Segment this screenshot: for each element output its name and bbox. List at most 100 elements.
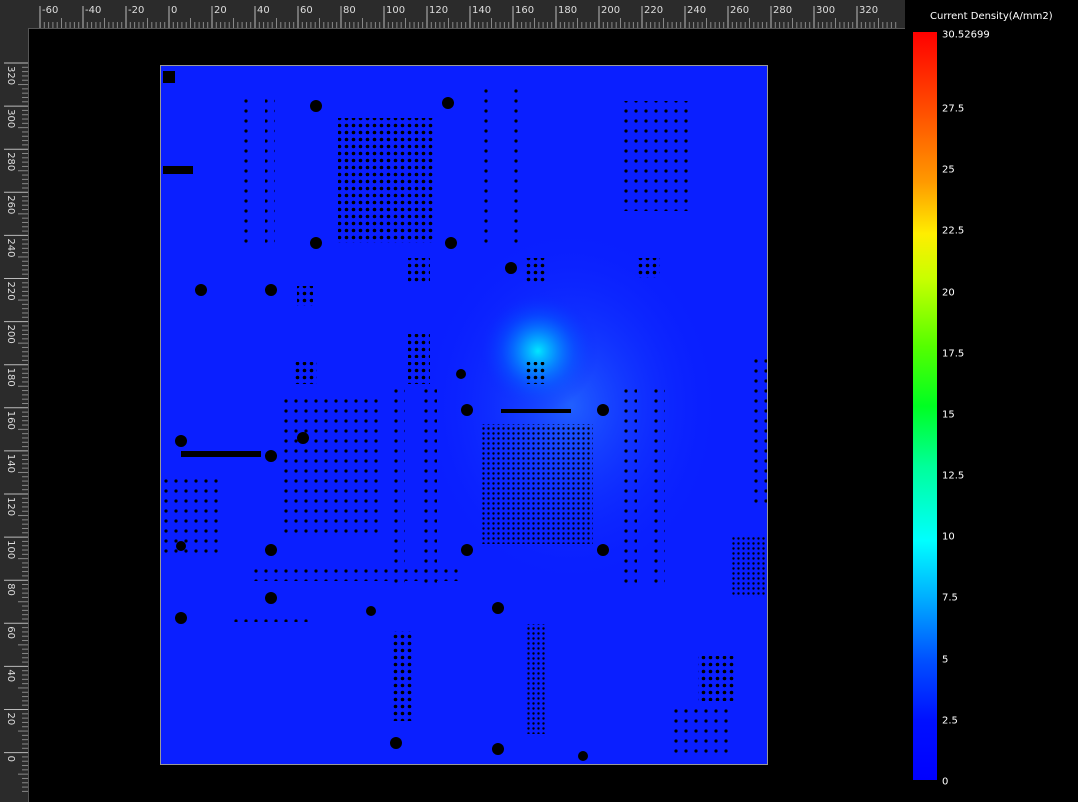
ruler-label: 140 <box>472 5 491 16</box>
color-scale-bar <box>913 32 937 780</box>
legend-tick-label: 5 <box>942 654 949 666</box>
ruler-label: 200 <box>601 5 620 16</box>
ruler-label: 140 <box>5 454 16 473</box>
mounting-hole <box>578 751 588 761</box>
via-field-left-edge <box>163 476 223 556</box>
legend-tick-label: 2.5 <box>942 715 958 727</box>
pad-array[interactable] <box>731 536 766 596</box>
ruler-label: 320 <box>859 5 878 16</box>
ruler-label: 60 <box>5 626 16 639</box>
ruler-label: -20 <box>128 5 144 16</box>
pcb-board[interactable] <box>160 65 768 765</box>
horizontal-ruler[interactable]: -60 -40 -20 0 20 40 60 80 100 120 140 160 180 200 220 2… <box>0 0 905 29</box>
via-column <box>511 86 523 246</box>
ruler-label: 20 <box>214 5 227 16</box>
horizontal-ruler-scale: -60 -40 -20 0 20 40 60 80 100 120 140 160 180 200 220 2… <box>39 5 897 28</box>
ruler-label: 160 <box>515 5 534 16</box>
ruler-label: 200 <box>5 325 16 344</box>
pad-column[interactable] <box>526 624 546 734</box>
ruler-label: 40 <box>257 5 270 16</box>
ruler-label: 220 <box>644 5 663 16</box>
ruler-label: 240 <box>5 238 16 257</box>
pad-array[interactable] <box>525 362 547 384</box>
pad-column[interactable] <box>391 631 413 721</box>
mounting-hole <box>265 284 277 296</box>
ruler-label: 280 <box>773 5 792 16</box>
pad-array[interactable] <box>295 362 317 384</box>
pad-array[interactable] <box>525 258 547 282</box>
mounting-hole <box>442 97 454 109</box>
ruler-label: 20 <box>5 713 16 726</box>
ruler-label: 320 <box>5 66 16 85</box>
mounting-hole <box>390 737 402 749</box>
mounting-hole <box>505 262 517 274</box>
ruler-label: 120 <box>429 5 448 16</box>
mounting-hole <box>461 404 473 416</box>
ruler-label: 80 <box>343 5 356 16</box>
ruler-label: 220 <box>5 282 16 301</box>
via-column[interactable] <box>751 356 767 506</box>
mounting-hole <box>176 541 186 551</box>
bga-package-center[interactable] <box>481 424 593 544</box>
current-density-map[interactable] <box>161 66 768 765</box>
pad-array[interactable] <box>297 286 313 306</box>
ruler-label: 180 <box>5 368 16 387</box>
pad-array[interactable] <box>408 334 430 358</box>
legend-tick-label: 22.5 <box>942 225 965 237</box>
vertical-ruler-scale: 3203002802602402202001801601401201008060… <box>4 62 28 792</box>
mounting-hole <box>297 432 309 444</box>
legend-tick-label: 10 <box>942 531 955 543</box>
legend-tick-label: 20 <box>942 287 955 299</box>
mounting-hole <box>456 369 466 379</box>
legend-tick-label: 25 <box>942 164 955 176</box>
mounting-hole <box>492 602 504 614</box>
mounting-hole <box>265 450 277 462</box>
legend-title: Current Density(A/mm2) <box>930 11 1053 22</box>
mounting-hole <box>195 284 207 296</box>
pad-array[interactable] <box>638 258 660 278</box>
trace-segment <box>181 451 261 457</box>
via-column <box>621 386 637 586</box>
via-column <box>481 86 493 246</box>
via-column <box>389 386 405 586</box>
via-column <box>265 96 275 246</box>
ruler-label: 0 <box>171 5 177 16</box>
ruler-label: 80 <box>5 583 16 596</box>
legend-tick-label: 27.5 <box>942 103 965 115</box>
bga-package-upper[interactable] <box>338 118 433 243</box>
trace-segment <box>231 616 311 622</box>
mounting-hole <box>492 743 504 755</box>
mounting-hole <box>597 544 609 556</box>
ruler-label: 160 <box>5 411 16 430</box>
via-column <box>651 386 665 586</box>
connector-block[interactable] <box>163 71 175 83</box>
ruler-label: 120 <box>5 497 16 516</box>
legend-tick-label: 12.5 <box>942 470 965 482</box>
connector-block[interactable] <box>163 166 193 174</box>
legend-tick-label: 7.5 <box>942 592 958 604</box>
vertical-ruler[interactable]: 320 300 280 260 240 220 200 180 160 140 120 100 80 60… <box>0 28 29 802</box>
pad-array[interactable] <box>408 258 430 282</box>
mounting-hole <box>175 612 187 624</box>
ruler-label: 0 <box>5 756 16 762</box>
ruler-label: 300 <box>5 109 16 128</box>
trace-segment <box>501 409 571 413</box>
via-row <box>251 566 461 581</box>
mounting-hole <box>175 435 187 447</box>
via-column <box>423 386 437 586</box>
mounting-hole <box>366 606 376 616</box>
mounting-hole <box>265 544 277 556</box>
mounting-hole <box>445 237 457 249</box>
ruler-label: -60 <box>42 5 58 16</box>
component-cluster-right[interactable] <box>623 101 693 211</box>
pad-array[interactable] <box>698 656 734 701</box>
ruler-label: 60 <box>300 5 313 16</box>
mounting-hole <box>310 237 322 249</box>
legend-tick-label: 17.5 <box>942 348 965 360</box>
mounting-hole <box>461 544 473 556</box>
pad-array[interactable] <box>408 362 430 384</box>
pad-array[interactable] <box>671 706 731 756</box>
ruler-label: -40 <box>85 5 101 16</box>
mounting-hole <box>310 100 322 112</box>
legend-max-value: 30.52699 <box>942 29 990 41</box>
